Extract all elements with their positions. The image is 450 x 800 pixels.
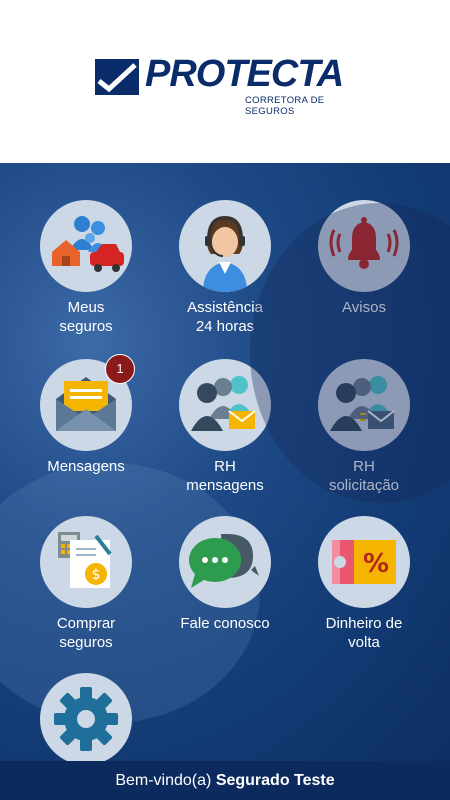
protecta-logo: PROTECTA CORRETORA DE SEGUROS bbox=[95, 53, 360, 117]
tile-assistencia[interactable]: Assistência 24 horas bbox=[155, 200, 295, 336]
tile-label: Avisos bbox=[342, 299, 386, 316]
coupon-percent-icon: % bbox=[318, 516, 410, 608]
unread-badge: 1 bbox=[105, 354, 135, 384]
tile-label: Meus seguros bbox=[59, 299, 113, 335]
tile-rh-solicitacao[interactable]: RH solicitação bbox=[294, 359, 434, 495]
welcome-bar: Bem-vindo(a) Segurado Teste bbox=[0, 761, 450, 800]
support-agent-icon bbox=[179, 200, 271, 292]
tile-avisos[interactable]: Avisos bbox=[294, 200, 434, 317]
tile-label: Assistência 24 horas bbox=[187, 299, 263, 335]
tile-mensagens[interactable]: 1 Mensagens bbox=[16, 354, 156, 476]
tile-label: Dinheiro de volta bbox=[325, 615, 403, 651]
tile-dinheiro-de-volta[interactable]: % Dinheiro de volta bbox=[294, 516, 434, 652]
tile-configuracoes[interactable] bbox=[16, 673, 156, 761]
user-name: Segurado Teste bbox=[215, 772, 335, 789]
calculator-money-icon: $ bbox=[40, 516, 132, 608]
tile-label: RH solicitação bbox=[328, 458, 400, 494]
bell-alert-icon bbox=[318, 200, 410, 292]
welcome-greeting: Bem-vindo(a) bbox=[115, 772, 212, 789]
gear-icon bbox=[40, 673, 132, 761]
brand-name: PROTECTA bbox=[145, 53, 344, 95]
tile-label: Comprar seguros bbox=[56, 615, 116, 651]
family-house-car-icon bbox=[40, 200, 132, 292]
group-mail-icon bbox=[179, 359, 271, 451]
app-header: PROTECTA CORRETORA DE SEGUROS bbox=[0, 0, 450, 163]
brand-tagline: CORRETORA DE SEGUROS bbox=[245, 95, 325, 117]
tile-meus-seguros[interactable]: Meus seguros bbox=[16, 200, 156, 336]
tile-comprar-seguros[interactable]: $ Comprar seguros bbox=[16, 516, 156, 652]
tile-label: RH mensagens bbox=[186, 458, 264, 494]
tile-fale-conosco[interactable]: Fale conosco bbox=[155, 516, 295, 633]
chat-bubbles-icon bbox=[179, 516, 271, 608]
menu-grid: Meus seguros Assistência 24 horas Avisos… bbox=[0, 163, 450, 761]
svg-text:$: $ bbox=[92, 567, 101, 583]
group-request-icon bbox=[318, 359, 410, 451]
logo-mark-icon bbox=[95, 59, 139, 95]
tile-label: Fale conosco bbox=[180, 615, 270, 632]
tile-label: Mensagens bbox=[47, 458, 125, 475]
svg-text:%: % bbox=[363, 549, 389, 579]
tile-rh-mensagens[interactable]: RH mensagens bbox=[155, 359, 295, 495]
